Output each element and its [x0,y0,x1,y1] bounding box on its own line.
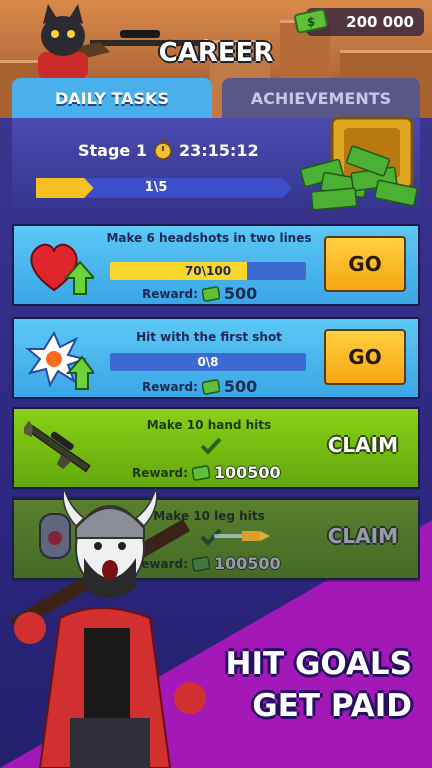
svg-text:$: $ [307,15,315,29]
task-progress-text: 70\100 [184,264,232,278]
reward-value: 500 [223,377,258,396]
task-title: Hit with the first shot [136,330,282,344]
heart-up-icon [30,243,94,295]
tab-daily-tasks[interactable]: DAILY TASKS [12,78,212,118]
stage-progress-text: 1\5 [144,180,168,195]
task-title: Make 10 hand hits [146,418,272,432]
checkmark-icon [200,437,222,455]
stopwatch-icon [154,140,172,160]
task-title: Make 6 headshots in two lines [106,231,312,245]
reward-label: Reward: [142,379,198,394]
currency-amount: 200 000 [346,13,414,31]
claim-button[interactable]: CLAIM [328,433,398,457]
task-reward: Reward: 500 [142,377,257,396]
page-title: CAREER [158,38,274,68]
task-progress-text: 0\8 [197,355,219,369]
task-card: Hit with the first shot 0\8 Reward: 500 … [12,317,420,399]
tab-achievements[interactable]: ACHIEVEMENTS [222,78,420,118]
money-safe-icon [300,116,418,211]
slogan-line-1: HIT GOALS [225,646,412,682]
stage-label: Stage 1 [78,140,147,160]
task-card: Make 10 hand hits Reward: 100500 CLAIM [12,407,420,489]
cash-icon: $ [294,8,328,34]
rifle-icon [24,420,91,473]
reward-value: 500 [223,284,258,303]
explosion-up-icon [25,330,94,390]
go-button[interactable]: GO [324,236,406,292]
currency-balance: $ 200 000 [294,8,424,36]
stage-header: Stage 1 23:15:12 [78,140,259,160]
cash-icon [201,378,220,395]
go-button[interactable]: GO [324,329,406,385]
viking-character [9,487,206,768]
reward-label: Reward: [142,286,198,301]
task-card: Make 6 headshots in two lines 70\100 Rew… [12,224,420,306]
stage-timer: 23:15:12 [178,140,259,160]
slogan-line-2: GET PAID [252,688,412,724]
task-progress-bar: 0\8 [110,353,306,371]
task-reward: Reward: 500 [142,284,257,303]
task-progress-bar: 70\100 [110,262,306,280]
cash-icon [201,285,220,302]
